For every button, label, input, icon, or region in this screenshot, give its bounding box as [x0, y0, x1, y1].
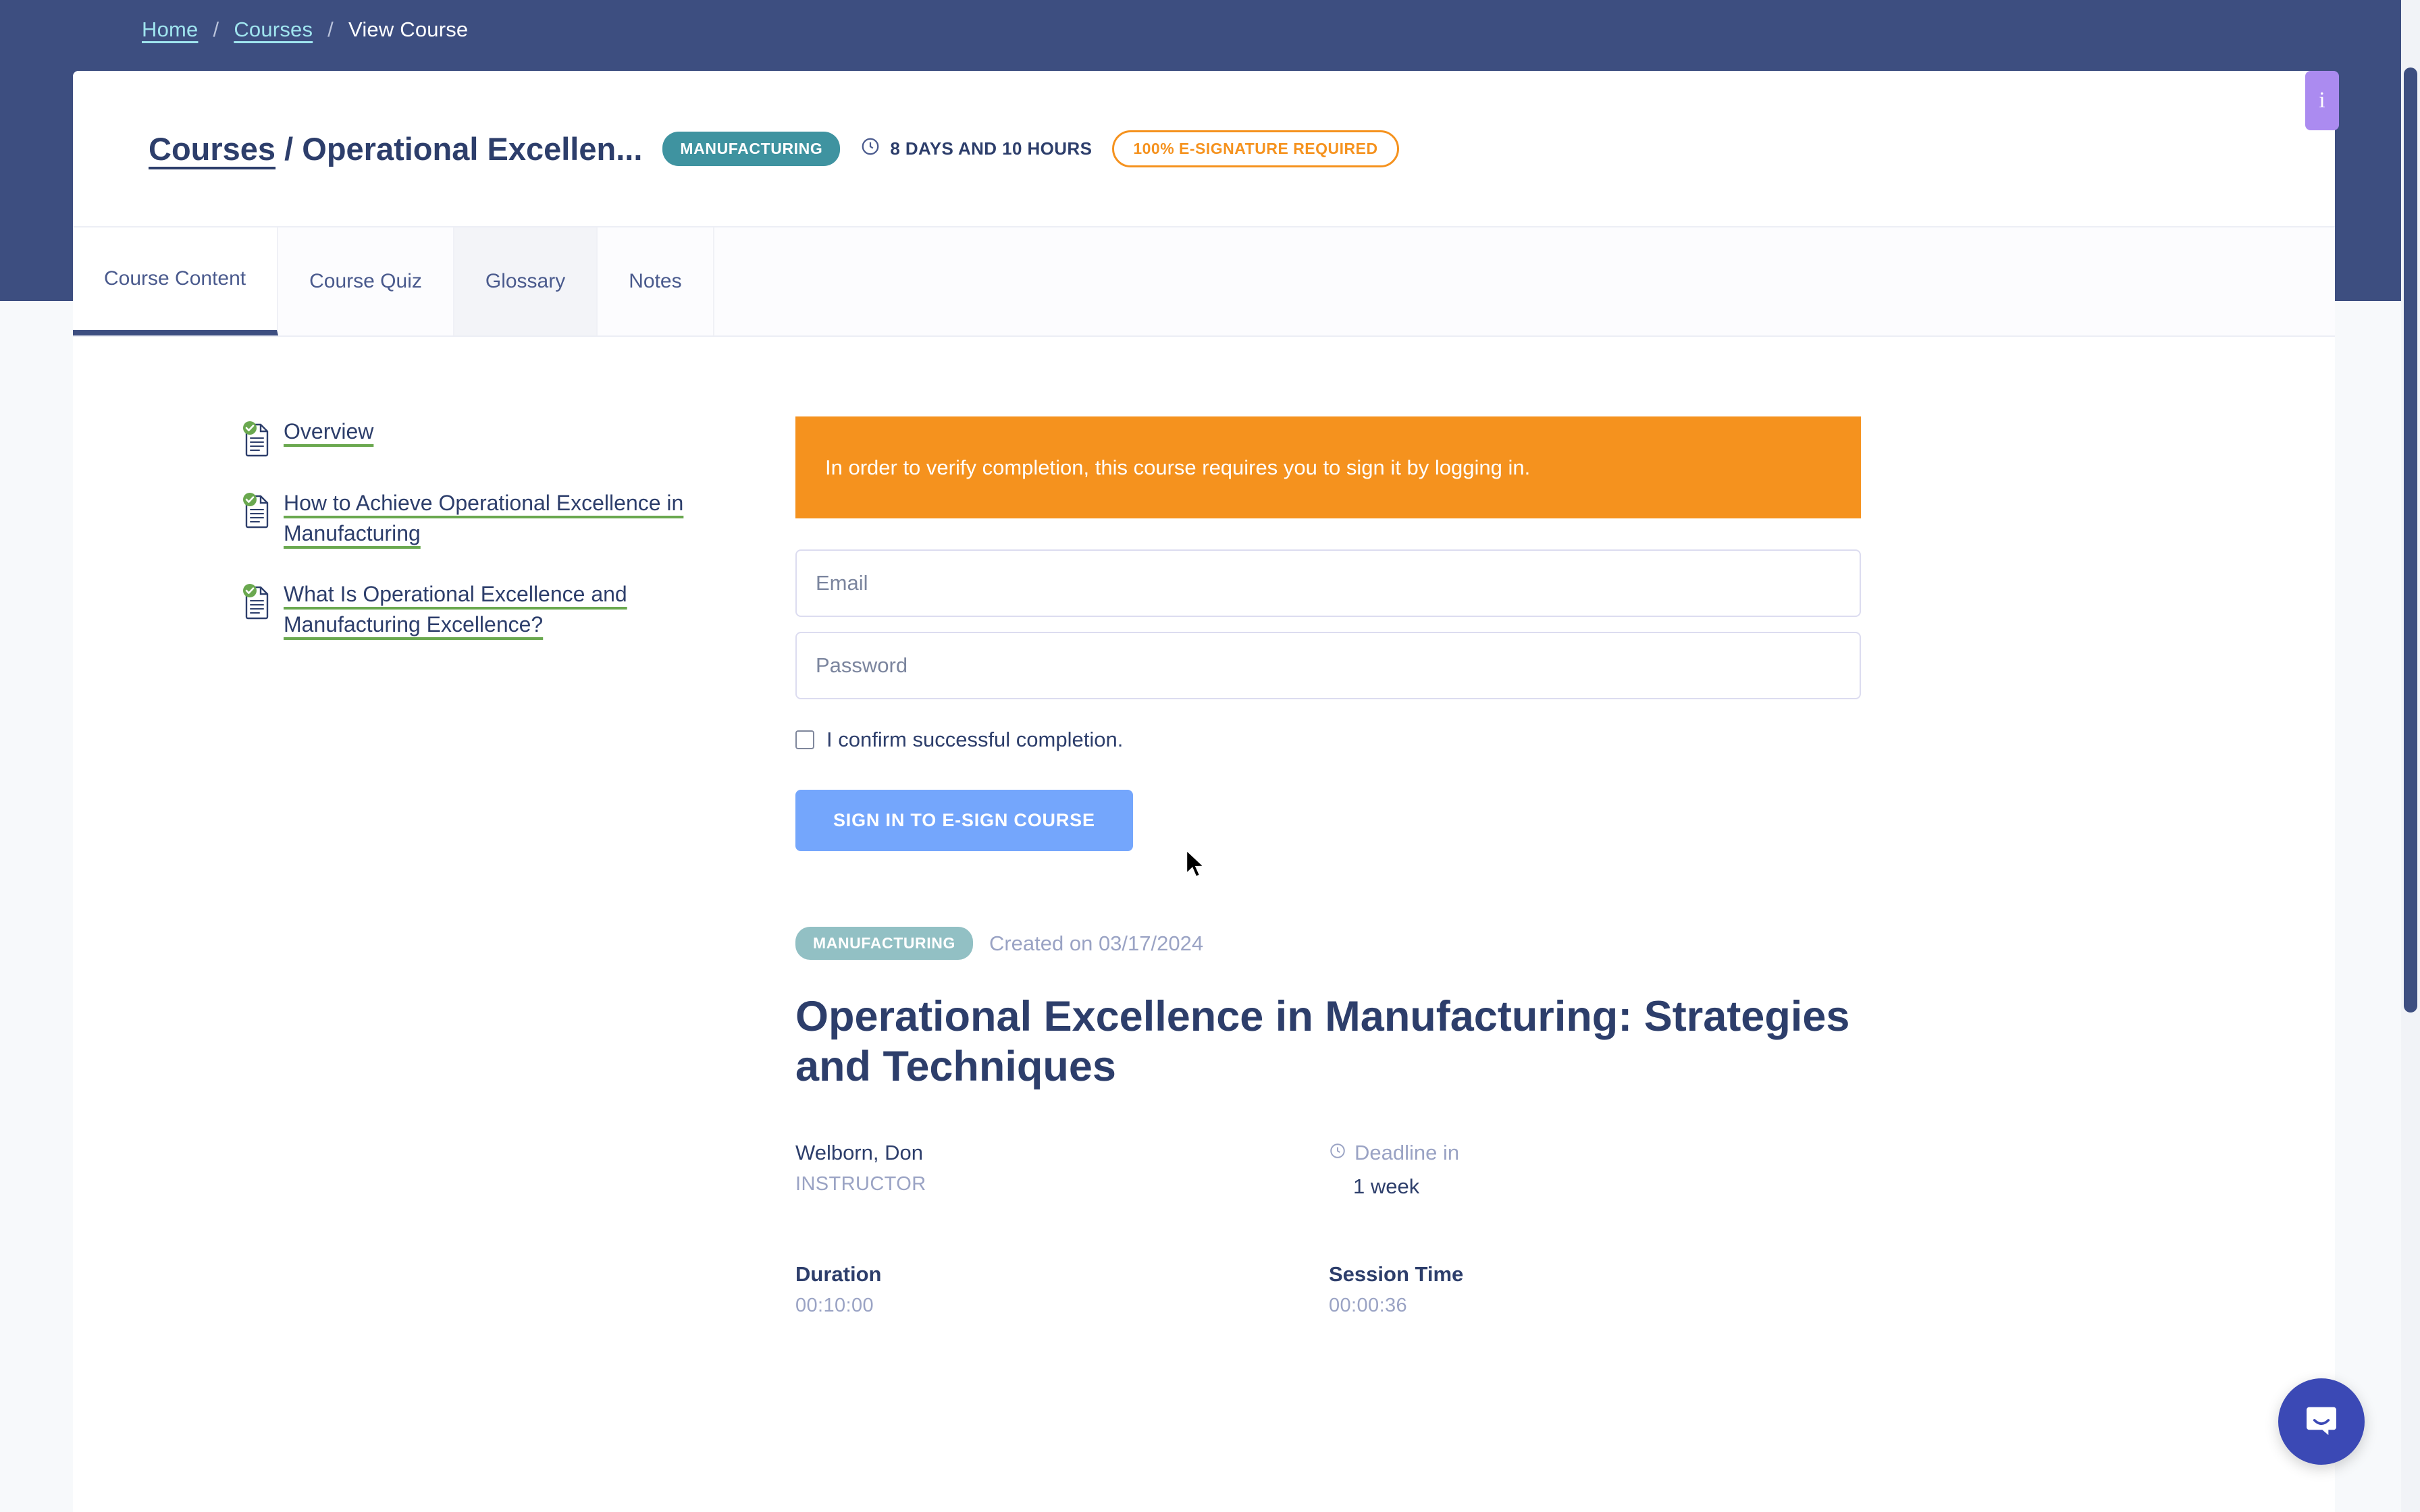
tab-course-quiz[interactable]: Course Quiz — [278, 227, 454, 335]
duration-block: Duration 00:10:00 — [795, 1262, 1329, 1317]
list-item[interactable]: How to Achieve Operational Excellence in… — [240, 488, 768, 549]
esign-notice-banner: In order to verify completion, this cour… — [795, 416, 1861, 519]
page-title: Courses / Operational Excellen... — [149, 130, 642, 167]
breadcrumb-courses[interactable]: Courses — [234, 18, 313, 42]
breadcrumb-separator-1: / — [213, 18, 219, 41]
lesson-link[interactable]: How to Achieve Operational Excellence in… — [284, 488, 768, 549]
confirm-completion-checkbox[interactable] — [795, 730, 814, 750]
confirm-completion-row: I confirm successful completion. — [795, 728, 2234, 752]
list-item[interactable]: Overview — [240, 416, 768, 458]
document-complete-icon — [240, 583, 271, 621]
course-card: Courses / Operational Excellen... MANUFA… — [73, 71, 2335, 1512]
chat-launcher-button[interactable] — [2278, 1378, 2365, 1465]
tab-glossary[interactable]: Glossary — [454, 227, 598, 335]
created-on-text: Created on 03/17/2024 — [989, 931, 1204, 955]
esign-panel: In order to verify completion, this cour… — [795, 416, 2335, 1317]
deadline-label: Deadline in — [1354, 1140, 1460, 1164]
document-complete-icon — [240, 421, 271, 458]
course-title-truncated: Operational Excellen... — [302, 130, 643, 167]
instructor-role-label: INSTRUCTOR — [795, 1172, 926, 1195]
duration-label: Duration — [795, 1262, 882, 1286]
duration-session-grid: Duration 00:10:00 Session Time 00:00:36 — [795, 1262, 1862, 1317]
breadcrumb-home[interactable]: Home — [142, 18, 199, 42]
lesson-link[interactable]: What Is Operational Excellence and Manuf… — [284, 579, 768, 641]
tab-course-content[interactable]: Course Content — [73, 227, 279, 335]
tab-bar-filler — [714, 227, 2335, 335]
instructor-deadline-grid: Welborn, Don INSTRUCTOR Deadline in 1 we… — [795, 1141, 1862, 1199]
password-field[interactable] — [795, 632, 1861, 700]
deadline-block: Deadline in 1 week — [1329, 1141, 1862, 1199]
category-badge: MANUFACTURING — [662, 131, 841, 166]
deadline-head: Deadline in — [1329, 1141, 1862, 1165]
session-time-block: Session Time 00:00:36 — [1329, 1262, 1862, 1317]
course-header: Courses / Operational Excellen... MANUFA… — [73, 71, 2335, 227]
lesson-link[interactable]: Overview — [284, 416, 373, 447]
session-time-label: Session Time — [1329, 1262, 1464, 1286]
course-meta-row: MANUFACTURING Created on 03/17/2024 — [795, 927, 2234, 961]
sign-in-to-esign-button[interactable]: SIGN IN TO E-SIGN COURSE — [795, 790, 1133, 852]
list-item[interactable]: What Is Operational Excellence and Manuf… — [240, 579, 768, 641]
session-time-value: 00:00:36 — [1329, 1294, 1408, 1316]
tab-bar: Course Content Course Quiz Glossary Note… — [73, 227, 2335, 337]
clock-icon — [860, 136, 880, 161]
course-title-divider: / — [275, 130, 302, 167]
email-field[interactable] — [795, 549, 1861, 618]
course-parent-link[interactable]: Courses — [149, 131, 275, 167]
clock-icon — [1329, 1141, 1346, 1165]
tab-notes[interactable]: Notes — [598, 227, 714, 335]
breadcrumb-separator-2: / — [327, 18, 334, 41]
deadline-value: 1 week — [1353, 1174, 1420, 1198]
chat-bubble-icon — [2300, 1399, 2342, 1444]
document-complete-icon — [240, 492, 271, 530]
page-scrollbar-thumb[interactable] — [2404, 68, 2417, 1013]
course-duration-meta: 8 DAYS AND 10 HOURS — [860, 136, 1092, 161]
esignature-badge: 100% E-SIGNATURE REQUIRED — [1112, 130, 1399, 167]
instructor-block: Welborn, Don INSTRUCTOR — [795, 1141, 1329, 1199]
confirm-completion-label: I confirm successful completion. — [826, 728, 1124, 752]
info-side-tab[interactable]: i — [2305, 71, 2339, 130]
breadcrumb-current: View Course — [348, 18, 469, 41]
breadcrumb: Home / Courses / View Course — [142, 18, 468, 42]
lesson-sidebar: Overview How to Achieve Operational Exce… — [73, 416, 795, 1317]
page-root: Home / Courses / View Course Courses / O… — [0, 0, 2420, 1512]
course-content-body: Overview How to Achieve Operational Exce… — [73, 337, 2335, 1317]
page-scrollbar-track[interactable] — [2401, 0, 2420, 1512]
duration-value: 00:10:00 — [795, 1294, 874, 1316]
course-category-badge: MANUFACTURING — [795, 927, 973, 961]
course-duration-text: 8 DAYS AND 10 HOURS — [890, 138, 1093, 159]
course-title-line: Courses / Operational Excellen... MANUFA… — [149, 130, 1399, 167]
instructor-name: Welborn, Don — [795, 1140, 923, 1164]
course-main-title: Operational Excellence in Manufacturing:… — [795, 993, 1850, 1091]
